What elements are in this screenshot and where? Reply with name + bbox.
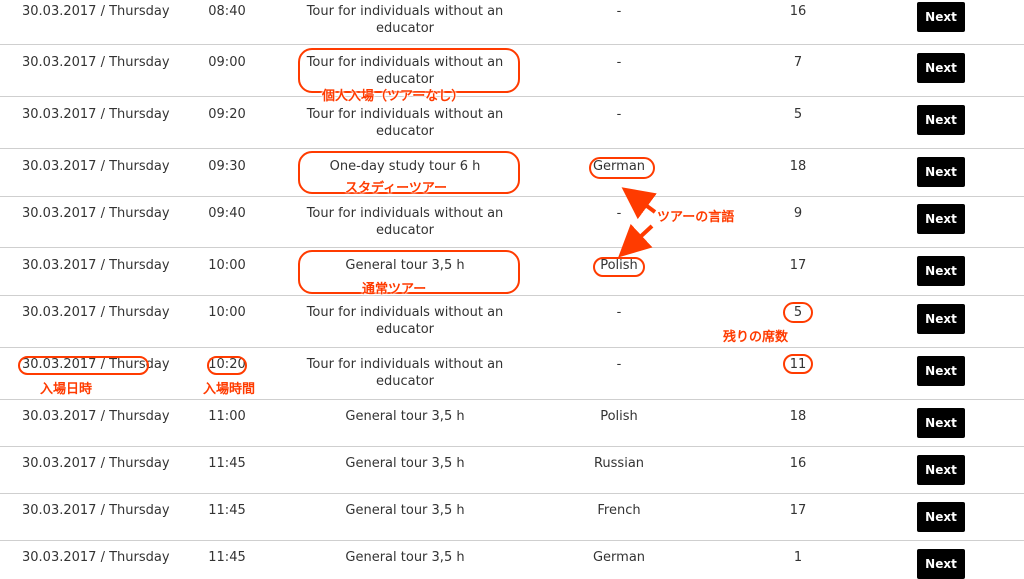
seats-cell: 18 (789, 409, 807, 424)
annotation-study-tour: スタディーツアー (345, 181, 448, 196)
language-cell: - (616, 55, 622, 70)
seats-cell: 11 (789, 357, 807, 372)
tour-cell: Tour for individuals without an educator (306, 305, 504, 337)
seats-cell: 5 (793, 107, 803, 122)
tour-cell: General tour 3,5 h (345, 550, 465, 565)
language-cell: - (616, 357, 622, 372)
next-button[interactable]: Next (917, 2, 965, 32)
language-cell: Polish (600, 409, 638, 424)
table-row: 30.03.2017 / Thursday 11:45 General tour… (0, 541, 1024, 579)
annotation-tour-language: ツアーの言語 (657, 210, 735, 225)
language-cell: Russian (593, 456, 645, 471)
table-row: 30.03.2017 / Thursday 10:00 General tour… (0, 248, 1024, 296)
seats-cell: 16 (789, 456, 807, 471)
tour-cell: Tour for individuals without an educator (306, 357, 504, 389)
tour-cell: Tour for individuals without an educator (306, 206, 504, 238)
table-row: 30.03.2017 / Thursday 09:40 Tour for ind… (0, 197, 1024, 248)
tour-cell: One-day study tour 6 h (329, 159, 481, 174)
date-cell: 30.03.2017 / Thursday (22, 503, 170, 518)
language-cell: - (616, 206, 622, 221)
seats-cell: 1 (793, 550, 803, 565)
seats-cell: 5 (793, 305, 803, 320)
seats-cell: 18 (789, 159, 807, 174)
date-cell: 30.03.2017 / Thursday (22, 258, 170, 273)
seats-cell: 9 (793, 206, 803, 221)
language-cell: Polish (600, 258, 638, 273)
time-cell: 10:00 (208, 305, 246, 320)
seats-cell: 7 (793, 55, 803, 70)
next-button[interactable]: Next (917, 549, 965, 579)
next-button[interactable]: Next (917, 455, 965, 485)
table-row: 30.03.2017 / Thursday 10:00 Tour for ind… (0, 296, 1024, 348)
next-button[interactable]: Next (917, 304, 965, 334)
language-cell: - (616, 4, 622, 19)
language-cell: French (597, 503, 641, 518)
annotation-entry-date: 入場日時 (40, 382, 93, 397)
next-button[interactable]: Next (917, 408, 965, 438)
tour-cell: Tour for individuals without an educator (306, 107, 504, 139)
seats-cell: 16 (789, 4, 807, 19)
next-button[interactable]: Next (917, 204, 965, 234)
annotation-entry-time: 入場時間 (203, 382, 256, 397)
table-row: 30.03.2017 / Thursday 11:00 General tour… (0, 400, 1024, 447)
language-cell: - (616, 107, 622, 122)
tour-cell: General tour 3,5 h (345, 258, 465, 273)
tour-cell: General tour 3,5 h (345, 456, 465, 471)
time-cell: 11:45 (208, 550, 246, 565)
language-cell: German (592, 159, 646, 174)
time-cell: 09:40 (208, 206, 246, 221)
time-cell: 11:45 (208, 503, 246, 518)
table-row: 30.03.2017 / Thursday 09:30 One-day stud… (0, 149, 1024, 197)
date-cell: 30.03.2017 / Thursday (22, 357, 170, 372)
time-cell: 11:00 (208, 409, 246, 424)
table-row: 30.03.2017 / Thursday 11:45 General tour… (0, 494, 1024, 541)
time-cell: 10:20 (208, 357, 246, 372)
seats-cell: 17 (789, 258, 807, 273)
date-cell: 30.03.2017 / Thursday (22, 159, 170, 174)
seats-cell: 17 (789, 503, 807, 518)
date-cell: 30.03.2017 / Thursday (22, 4, 170, 19)
table-row: 30.03.2017 / Thursday 09:00 Tour for ind… (0, 45, 1024, 97)
date-cell: 30.03.2017 / Thursday (22, 107, 170, 122)
next-button[interactable]: Next (917, 256, 965, 286)
next-button[interactable]: Next (917, 53, 965, 83)
date-cell: 30.03.2017 / Thursday (22, 55, 170, 70)
next-button[interactable]: Next (917, 502, 965, 532)
time-cell: 10:00 (208, 258, 246, 273)
language-cell: - (616, 305, 622, 320)
tour-cell: Tour for individuals without an educator (306, 55, 504, 87)
tour-cell: Tour for individuals without an educator (306, 4, 504, 36)
time-cell: 09:30 (208, 159, 246, 174)
time-cell: 09:20 (208, 107, 246, 122)
next-button[interactable]: Next (917, 157, 965, 187)
annotation-individual-entry: 個人入場（ツアーなし） (322, 89, 465, 104)
tour-cell: General tour 3,5 h (345, 409, 465, 424)
annotation-remaining-seats: 残りの席数 (723, 330, 789, 345)
annotation-regular-tour: 通常ツアー (362, 282, 427, 297)
next-button[interactable]: Next (917, 105, 965, 135)
date-cell: 30.03.2017 / Thursday (22, 206, 170, 221)
table-row: 30.03.2017 / Thursday 09:20 Tour for ind… (0, 97, 1024, 149)
next-button[interactable]: Next (917, 356, 965, 386)
tour-cell: General tour 3,5 h (345, 503, 465, 518)
time-cell: 08:40 (208, 4, 246, 19)
time-cell: 09:00 (208, 55, 246, 70)
date-cell: 30.03.2017 / Thursday (22, 456, 170, 471)
table-row: 30.03.2017 / Thursday 11:45 General tour… (0, 447, 1024, 494)
language-cell: German (592, 550, 646, 565)
time-cell: 11:45 (208, 456, 246, 471)
date-cell: 30.03.2017 / Thursday (22, 409, 170, 424)
date-cell: 30.03.2017 / Thursday (22, 305, 170, 320)
date-cell: 30.03.2017 / Thursday (22, 550, 170, 565)
table-row: 30.03.2017 / Thursday 08:40 Tour for ind… (0, 0, 1024, 45)
table-row: 30.03.2017 / Thursday 10:20 Tour for ind… (0, 348, 1024, 400)
